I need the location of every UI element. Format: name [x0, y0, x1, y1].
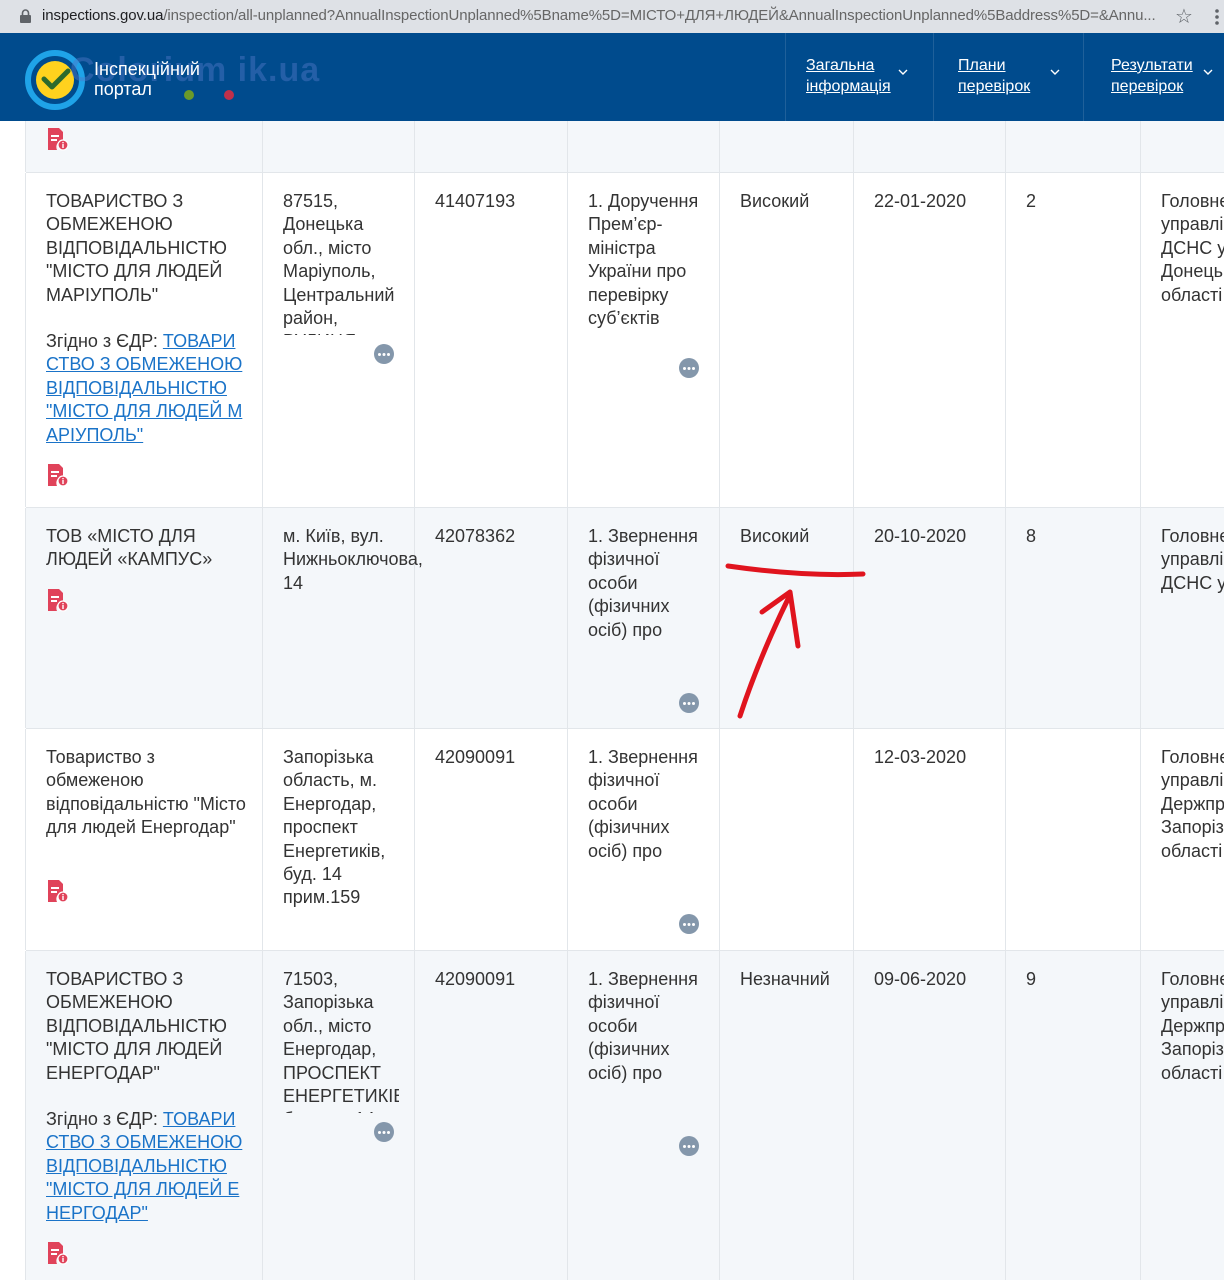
risk-level: Високий [740, 526, 810, 546]
table-row: ТОВ «МІСТО ДЛЯ ЛЮДЕЙ «КАМПУС» м. Київ, в… [25, 508, 1224, 729]
document-info-icon[interactable] [46, 879, 70, 903]
more-reason-button[interactable] [679, 914, 699, 934]
site-header: Colorium ik.ua Інспекційний портал Загал… [0, 33, 1224, 121]
document-info-icon[interactable] [46, 588, 70, 612]
table-row: ТОВАРИСТВО З ОБМЕЖЕНОЮ ВІДПОВІДАЛЬНІСТЮ … [25, 951, 1224, 1280]
more-reason-button[interactable] [679, 693, 699, 713]
url-text[interactable]: inspections.gov.ua/inspection/all-unplan… [42, 7, 1156, 24]
inspections-table: ТОВАРИСТВО З ОБМЕЖЕНОЮ ВІДПОВІДАЛЬНІСТЮ … [0, 121, 1224, 1280]
table-row: Товариство з обмеженою відповідальністю … [25, 729, 1224, 951]
edr-reference: Згідно з ЄДР: ТОВАРИСТВО З ОБМЕЖЕНОЮ ВІД… [46, 331, 243, 445]
logo-dots [184, 87, 264, 105]
nav-inspection-plans[interactable]: Плани перевірок [958, 55, 1060, 97]
authority: Головне управління Держпраці у Запорізьк… [1161, 747, 1224, 861]
chevron-down-icon [1050, 69, 1060, 75]
document-info-icon[interactable] [46, 463, 70, 487]
inspection-date: 20-10-2020 [874, 526, 967, 546]
company-name: ТОВАРИСТВО З ОБМЕЖЕНОЮ ВІДПОВІДАЛЬНІСТЮ … [46, 969, 227, 1083]
company-name: ТОВ «МІСТО ДЛЯ ЛЮДЕЙ «КАМПУС» [46, 526, 213, 570]
edrpou-code: 42090091 [435, 969, 516, 989]
duration-days: 8 [1026, 526, 1037, 546]
duration-days: 9 [1026, 969, 1037, 989]
address: Запорізька область, м. Енергодар, проспе… [283, 747, 386, 908]
authority: Головне управління ДСНС у Києві [1161, 526, 1224, 593]
url-path: /inspection/all-unplanned?AnnualInspecti… [163, 7, 1156, 24]
bookmark-star-icon[interactable]: ☆ [1175, 4, 1193, 29]
inspection-date: 22-01-2020 [874, 191, 967, 211]
url-host: inspections.gov.ua [42, 7, 164, 24]
risk-level: Високий [740, 191, 810, 211]
document-info-icon[interactable] [46, 1241, 70, 1265]
address: 87515, Донецька обл., місто Маріуполь, Ц… [283, 191, 395, 335]
duration-days: 2 [1026, 191, 1037, 211]
chevron-down-icon [898, 69, 908, 75]
chevron-down-icon [1203, 69, 1213, 75]
document-info-icon[interactable] [46, 127, 70, 151]
authority: Головне управління Держпраці у Запорізьк… [1161, 969, 1224, 1083]
address: м. Київ, вул. Нижньоключова, 14 [283, 526, 423, 593]
inspection-reason: 1. Звернення фізичної особи (фізичних ос… [588, 526, 698, 640]
more-reason-button[interactable] [679, 1136, 699, 1156]
inspection-date: 09-06-2020 [874, 969, 967, 989]
risk-level: Незначний [740, 969, 830, 989]
edr-reference: Згідно з ЄДР: ТОВАРИСТВО З ОБМЕЖЕНОЮ ВІД… [46, 1109, 243, 1223]
authority: Головне управління ДСНС у Донецькій обла… [1161, 191, 1224, 305]
company-name: ТОВАРИСТВО З ОБМЕЖЕНОЮ ВІДПОВІДАЛЬНІСТЮ … [46, 191, 227, 305]
edrpou-code: 42078362 [435, 526, 516, 546]
nav-inspection-results[interactable]: Результати перевірок [1111, 55, 1213, 97]
more-address-button[interactable] [374, 1122, 394, 1142]
lock-icon [20, 9, 31, 23]
company-name: Товариство з обмеженою відповідальністю … [46, 747, 246, 838]
more-address-button[interactable] [374, 344, 394, 364]
logo-line-1: Інспекційний [94, 59, 200, 79]
nav-general-info[interactable]: Загальна інформація [806, 55, 908, 97]
browser-menu-icon[interactable] [1210, 7, 1224, 27]
table-row-partial [25, 121, 1224, 173]
edrpou-code: 41407193 [435, 191, 516, 211]
edrpou-code: 42090091 [435, 747, 516, 767]
table-row: ТОВАРИСТВО З ОБМЕЖЕНОЮ ВІДПОВІДАЛЬНІСТЮ … [25, 173, 1224, 508]
more-reason-button[interactable] [679, 358, 699, 378]
inspection-reason: 1. Звернення фізичної особи (фізичних ос… [588, 969, 698, 1083]
inspection-reason: 1. Доручення Прем’єр-міністра України пр… [588, 191, 699, 329]
browser-address-bar[interactable]: inspections.gov.ua/inspection/all-unplan… [0, 0, 1224, 33]
inspection-date: 12-03-2020 [874, 747, 967, 767]
inspection-reason: 1. Звернення фізичної особи (фізичних ос… [588, 747, 698, 861]
address: 71503, Запорізька обл., місто Енергодар,… [283, 969, 399, 1113]
